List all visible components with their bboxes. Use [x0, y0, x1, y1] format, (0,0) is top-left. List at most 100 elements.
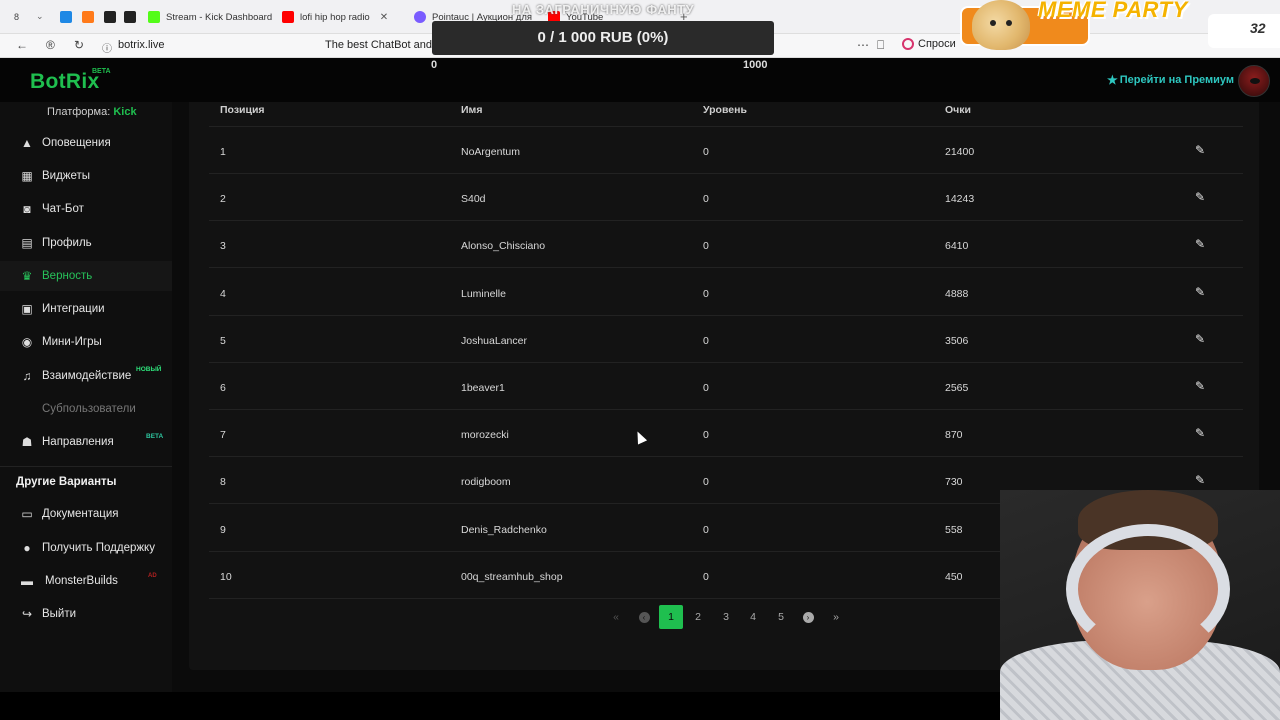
- app-logo[interactable]: BotRix: [30, 70, 99, 94]
- reload-icon[interactable]: ↻: [74, 38, 84, 52]
- page-button-3[interactable]: 3: [714, 605, 738, 629]
- first-page-button[interactable]: «: [604, 605, 628, 629]
- tab-count[interactable]: 8: [14, 12, 19, 22]
- question-icon: ●: [23, 541, 31, 555]
- next-page-button[interactable]: ›: [796, 605, 820, 629]
- app-icon: [104, 11, 116, 23]
- sidebar-item-label: Оповещения: [42, 137, 111, 149]
- sidebar-item-profile[interactable]: ▤ Профиль: [0, 228, 172, 258]
- beta-badge: BETA: [92, 68, 111, 75]
- sidebar-item-label: Виджеты: [42, 170, 91, 182]
- sidebar-item-alerts[interactable]: ▲ Оповещения: [0, 128, 172, 158]
- page-button-2[interactable]: 2: [686, 605, 710, 629]
- edit-icon[interactable]: ✎: [1195, 379, 1205, 393]
- cell-points: 3506: [945, 334, 969, 347]
- edit-icon[interactable]: ✎: [1195, 473, 1205, 487]
- ask-button[interactable]: Спроси: [902, 38, 956, 50]
- cell-position: 4: [220, 287, 226, 300]
- table-row: 1 NoArgentum 0 21400 ✎: [209, 127, 1243, 174]
- alice-icon: [902, 38, 914, 50]
- close-icon[interactable]: ✕: [380, 12, 388, 23]
- last-page-button[interactable]: »: [824, 605, 848, 629]
- sidebar-item-logout[interactable]: ↪ Выйти: [0, 599, 172, 629]
- tab-pinned-2[interactable]: [82, 6, 94, 28]
- edit-icon[interactable]: ✎: [1195, 143, 1205, 157]
- prev-page-button[interactable]: ‹: [632, 605, 656, 629]
- table-row: 4 Luminelle 0 4888 ✎: [209, 269, 1243, 316]
- tab-kick-dashboard[interactable]: Stream - Kick Dashboard: [148, 6, 273, 28]
- column-header-name[interactable]: Имя: [461, 104, 482, 116]
- url-field[interactable]: botrix.live: [118, 39, 164, 51]
- sidebar-item-integrations[interactable]: ▣ Интеграции: [0, 294, 172, 324]
- sidebar-item-minigames[interactable]: ◉ Мини-Игры: [0, 327, 172, 357]
- page-button-4[interactable]: 4: [741, 605, 765, 629]
- edit-icon[interactable]: ✎: [1195, 332, 1205, 346]
- column-header-points[interactable]: Очки: [945, 104, 971, 116]
- sidebar-item-docs[interactable]: ▭ Документация: [0, 499, 172, 529]
- sidebar-item-label: MonsterBuilds: [45, 575, 118, 587]
- cell-position: 10: [220, 570, 232, 583]
- edit-icon[interactable]: ✎: [1195, 190, 1205, 204]
- kick-icon: [148, 11, 160, 23]
- sidebar-item-monsterbuilds[interactable]: ▬ MonsterBuilds AD: [0, 566, 172, 596]
- goal-caption: НА ЗАГРАНИЧНУЮ ФАНТУ: [512, 2, 695, 17]
- cell-position: 8: [220, 476, 226, 489]
- new-badge: НОВЫЙ: [136, 366, 162, 373]
- grid-icon: ▦: [21, 169, 33, 183]
- column-header-position[interactable]: Позиция: [220, 104, 265, 116]
- cell-points: 4888: [945, 287, 969, 300]
- cell-level: 0: [703, 570, 709, 583]
- cell-level: 0: [703, 334, 709, 347]
- cell-position: 7: [220, 429, 226, 442]
- cell-position: 1: [220, 146, 226, 158]
- tab-pinned-1[interactable]: [60, 6, 72, 28]
- sidebar-item-directions[interactable]: ☗ Направления BETA: [0, 427, 172, 457]
- ad-badge: AD: [148, 573, 157, 579]
- cell-name: rodigboom: [461, 476, 511, 489]
- trophy-icon: ♛: [21, 269, 33, 283]
- tab-pinned-4[interactable]: [124, 6, 136, 28]
- tab-pinned-3[interactable]: [104, 6, 116, 28]
- back-icon[interactable]: ←: [16, 38, 28, 52]
- headphones: [1066, 524, 1230, 654]
- avatar[interactable]: [1238, 65, 1270, 97]
- cell-position: 2: [220, 193, 226, 206]
- cell-points: 870: [945, 429, 963, 442]
- table-row: 3 Alonso_Chisciano 0 6410 ✎: [209, 221, 1243, 269]
- reader-icon[interactable]: ®: [46, 38, 55, 52]
- page-button-1[interactable]: 1: [659, 605, 683, 629]
- sidebar-item-chatbot[interactable]: ◙ Чат-Бот: [0, 194, 172, 224]
- cell-name: S40d: [461, 193, 486, 206]
- sidebar-item-interaction[interactable]: ♫ Взаимодействие НОВЫЙ: [0, 361, 172, 391]
- sidebar-item-label: Направления: [42, 436, 114, 448]
- plug-icon: ▣: [21, 302, 33, 316]
- sidebar-item-label: Мини-Игры: [42, 336, 102, 348]
- edit-icon[interactable]: ✎: [1195, 426, 1205, 440]
- premium-link[interactable]: ★ Перейти на Премиум: [1107, 73, 1234, 87]
- page-button-5[interactable]: 5: [769, 605, 793, 629]
- meme-title: MEME PARTY: [1038, 0, 1188, 22]
- edit-icon[interactable]: ✎: [1195, 285, 1205, 299]
- sidebar-item-support[interactable]: ● Получить Поддержку: [0, 533, 172, 563]
- more-icon[interactable]: ⋯: [857, 38, 869, 52]
- users-icon: ☗: [21, 435, 33, 449]
- cell-level: 0: [703, 429, 709, 442]
- goal-min: 0: [431, 59, 438, 71]
- tab-lofi-radio[interactable]: lofi hip hop radio ✕: [282, 6, 402, 28]
- info-icon[interactable]: ⓘ: [102, 40, 112, 55]
- sidebar-item-subusers[interactable]: Субпользователи: [0, 394, 172, 424]
- bookmark-icon[interactable]: ⎕: [877, 38, 884, 53]
- chevron-down-icon[interactable]: ⌄: [36, 11, 44, 22]
- goal-max: 1000: [743, 59, 768, 71]
- column-header-level[interactable]: Уровень: [703, 104, 747, 116]
- webcam-overlay: [1000, 490, 1280, 720]
- sidebar-item-widgets[interactable]: ▦ Виджеты: [0, 161, 172, 191]
- sidebar-item-loyalty[interactable]: ♛ Верность: [0, 261, 172, 291]
- premium-label: Перейти на Премиум: [1119, 74, 1235, 86]
- cell-name: Denis_Radchenko: [461, 523, 547, 536]
- cell-name: Luminelle: [461, 287, 506, 300]
- tab-label: Stream - Kick Dashboard: [166, 11, 273, 23]
- doge-icon: [972, 0, 1030, 50]
- edit-icon[interactable]: ✎: [1195, 237, 1205, 251]
- cell-points: 14243: [945, 193, 975, 206]
